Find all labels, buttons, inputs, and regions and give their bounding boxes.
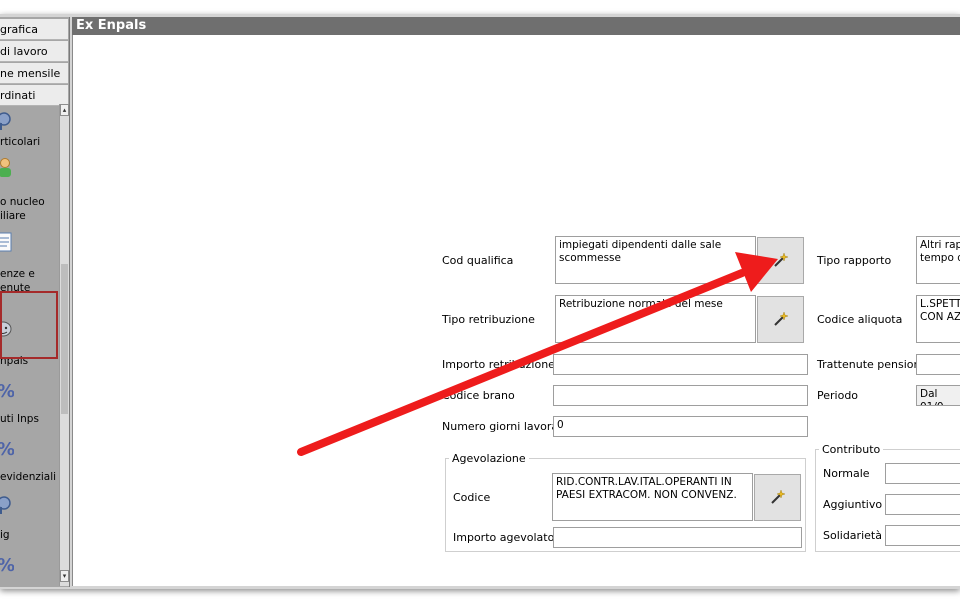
- annotation-arrow: [297, 252, 778, 456]
- red-arrow-icon: [297, 252, 778, 456]
